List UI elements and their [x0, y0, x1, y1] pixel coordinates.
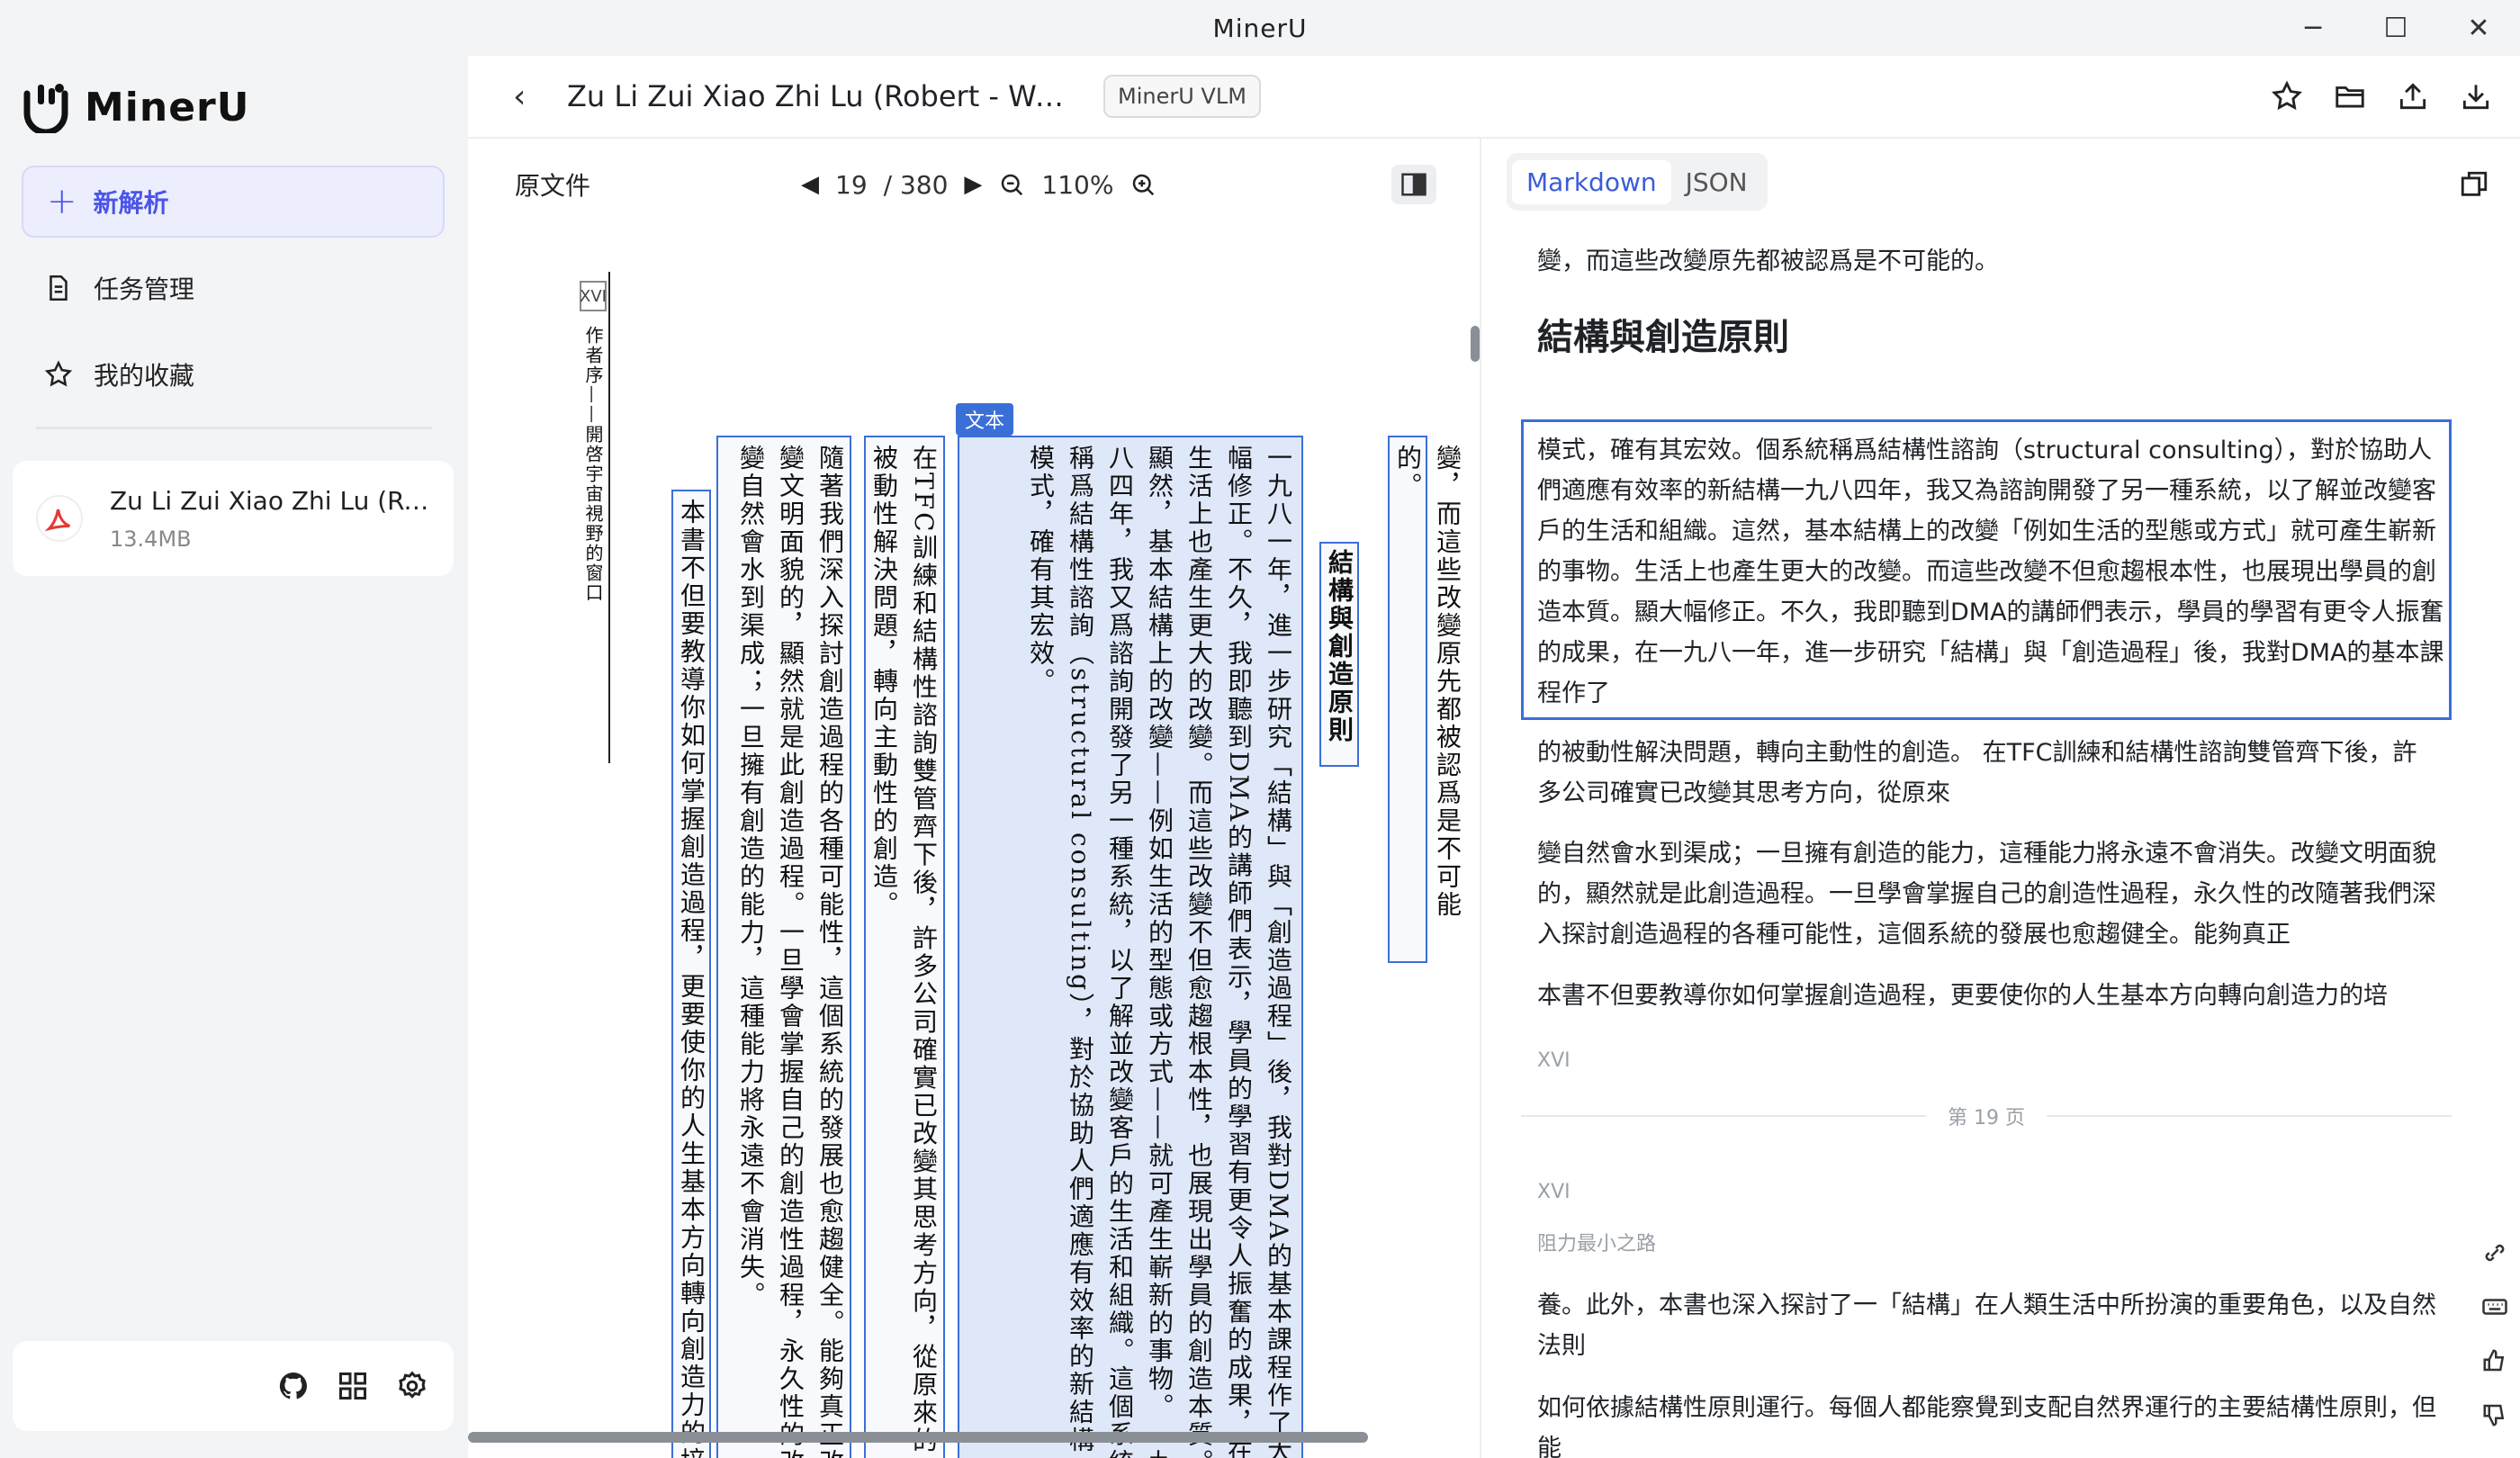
- folder-icon[interactable]: [2333, 79, 2367, 113]
- text-block: 本書不但要教導你如何掌握創造過程，更要使你的人生基本方向轉向創造力的培: [677, 499, 706, 1458]
- prev-page-icon[interactable]: ◀: [801, 171, 819, 198]
- text-block: 在TFC訓練和結構性諮詢雙管齊下後，許多公司確實已改變其思考方向，從原來的被動性…: [869, 445, 939, 1455]
- star-icon[interactable]: [2270, 79, 2304, 113]
- result-tabs: Markdown JSON: [1507, 153, 1768, 211]
- tab-markdown[interactable]: Markdown: [1512, 159, 1671, 204]
- page-divider-label: 第 19 页: [1948, 1107, 2025, 1130]
- app-logo: MinerU: [20, 81, 250, 136]
- link-icon[interactable]: [2477, 1235, 2513, 1271]
- markdown-panel[interactable]: 變，而這些改變原先都被認爲是不可能的。 結構與創造原則 模式，確有其宏效。個系統…: [1481, 232, 2520, 1458]
- md-paragraph: 的被動性解決問題，轉向主動性的創造。 在TFC訓練和結構性諮詢雙管齊下後，許多公…: [1537, 739, 2417, 807]
- document-icon: [50, 274, 68, 302]
- page-current[interactable]: 19: [835, 170, 868, 200]
- copy-icon[interactable]: [2459, 169, 2489, 200]
- github-icon[interactable]: [277, 1370, 310, 1402]
- sidebar-item-label: 我的收藏: [94, 361, 195, 391]
- block-type-tag: 文本: [956, 403, 1014, 436]
- pdf-viewer[interactable]: XVI 作者序——開啓宇宙視野的窗口 變，而這些改變原先都被認爲是不可能的。 結…: [468, 232, 1480, 1458]
- md-page-marker: XVI: [1537, 1181, 1570, 1203]
- plus-icon: +: [47, 181, 77, 222]
- original-file-label: 原文件: [515, 171, 591, 201]
- md-page-marker: XVI: [1537, 1049, 1570, 1072]
- floating-actions: [2477, 1235, 2513, 1433]
- file-size: 13.4MB: [110, 526, 192, 552]
- sidebar-item-tasks[interactable]: 任务管理: [22, 252, 445, 324]
- sidebar-footer: [13, 1341, 454, 1431]
- sidebar-item-label: 任务管理: [94, 274, 195, 304]
- page-marker: XVI: [580, 281, 607, 311]
- window-title: MinerU: [1212, 13, 1308, 43]
- split-view-icon: [1401, 173, 1426, 196]
- main-area: ‹ Zu Li Zui Xiao Zhi Lu (Robert - Wei Zh…: [468, 56, 2520, 1458]
- document-header: ‹ Zu Li Zui Xiao Zhi Lu (Robert - Wei Zh…: [468, 56, 2520, 137]
- maximize-button[interactable]: ☐: [2354, 0, 2437, 56]
- md-paragraph: 如何依據結構性原則運行。每個人都能察覺到支配自然界運行的主要結構性原則，但能: [1537, 1394, 2436, 1458]
- keyboard-icon[interactable]: [2477, 1289, 2513, 1325]
- file-card[interactable]: Zu Li Zui Xiao Zhi Lu (Robert - Wei Zhi …: [13, 461, 454, 576]
- new-parse-label: 新解析: [93, 188, 169, 218]
- thumbs-down-icon[interactable]: [2477, 1397, 2513, 1433]
- text-block: 一九八一年，進一步研究「結構」與「創造過程」後，我對DMA的基本課程作了大幅修正…: [1026, 445, 1293, 1458]
- gear-icon[interactable]: [396, 1370, 428, 1402]
- back-icon[interactable]: ‹: [513, 78, 549, 115]
- star-icon: [44, 360, 73, 387]
- md-paragraph: 變，而這些改變原先都被認爲是不可能的。: [1537, 248, 1999, 275]
- pdf-icon: [36, 495, 83, 542]
- pager: ◀ 19 / 380 ▶ 110%: [801, 170, 1156, 200]
- text-block: 隨著我們深入探討創造過程的各種可能性，這個系統的發展也愈趨健全。能夠真正改變文明…: [736, 445, 845, 1458]
- md-paragraph: 本書不但要教導你如何掌握創造過程，更要使你的人生基本方向轉向創造力的培: [1537, 982, 2388, 1010]
- page-divider: 第 19 页: [1521, 1102, 2452, 1130]
- header-actions: [2270, 56, 2493, 137]
- heading-block: 結構與創造原則: [1325, 549, 1354, 744]
- sidebar-divider: [36, 427, 432, 429]
- model-badge: MinerU VLM: [1103, 75, 1261, 118]
- document-title: Zu Li Zui Xiao Zhi Lu (Robert - Wei Zhi …: [567, 79, 1080, 113]
- md-paragraph-selected: 模式，確有其宏效。個系統稱爲結構性諮詢（structural consultin…: [1537, 436, 2444, 707]
- tab-json[interactable]: JSON: [1671, 160, 1762, 204]
- text-block: 變，而這些改變原先都被認爲是不可能的。: [1393, 445, 1462, 919]
- md-paragraph: 變自然會水到渠成；一旦擁有創造的能力，這種能力將永遠不會消失。改變文明面貌的，顯…: [1537, 840, 2436, 949]
- split-view-button[interactable]: [1391, 165, 1436, 204]
- minimize-button[interactable]: ─: [2272, 0, 2354, 56]
- viewer-toolbar: 原文件 ◀ 19 / 380 ▶ 110%: [468, 137, 1480, 232]
- thumbs-up-icon[interactable]: [2477, 1343, 2513, 1379]
- logo-text: MinerU: [85, 84, 250, 130]
- divider-line: [2047, 1115, 2452, 1117]
- page-total: / 380: [883, 169, 949, 200]
- close-button[interactable]: ✕: [2437, 0, 2520, 56]
- vertical-scrollbar[interactable]: [1471, 326, 1480, 362]
- window-controls: ─ ☐ ✕: [2272, 0, 2520, 56]
- file-name: Zu Li Zui Xiao Zhi Lu (Robert - Wei Zhi …: [110, 485, 434, 516]
- md-heading: 結構與創造原則: [1537, 317, 1789, 358]
- zoom-level: 110%: [1041, 169, 1114, 200]
- md-paragraph: 養。此外，本書也深入探討了一「結構」在人類生活中所扮演的重要角色，以及自然法則: [1537, 1292, 2436, 1360]
- divider-line: [1521, 1115, 1927, 1117]
- share-icon[interactable]: [2396, 79, 2430, 113]
- sidebar-item-favorites[interactable]: 我的收藏: [22, 338, 445, 410]
- md-running-header: 阻力最小之路: [1537, 1233, 1657, 1256]
- running-header: 作者序——開啓宇宙視野的窗口: [582, 326, 604, 603]
- result-toolbar: Markdown JSON: [1480, 137, 2520, 232]
- horizontal-scrollbar[interactable]: [468, 1432, 1368, 1443]
- header-rule: [608, 272, 610, 763]
- sidebar: MinerU + 新解析 任务管理 我的收藏 Zu Li Zui Xiao Zh…: [0, 56, 468, 1458]
- new-parse-button[interactable]: + 新解析: [22, 166, 445, 238]
- title-bar: MinerU ─ ☐ ✕: [0, 0, 2520, 56]
- zoom-out-icon[interactable]: [998, 171, 1025, 198]
- zoom-in-icon[interactable]: [1130, 171, 1156, 198]
- grid-icon[interactable]: [337, 1370, 369, 1402]
- download-icon[interactable]: [2459, 79, 2493, 113]
- next-page-icon[interactable]: ▶: [964, 171, 982, 198]
- logo-icon: [20, 81, 72, 136]
